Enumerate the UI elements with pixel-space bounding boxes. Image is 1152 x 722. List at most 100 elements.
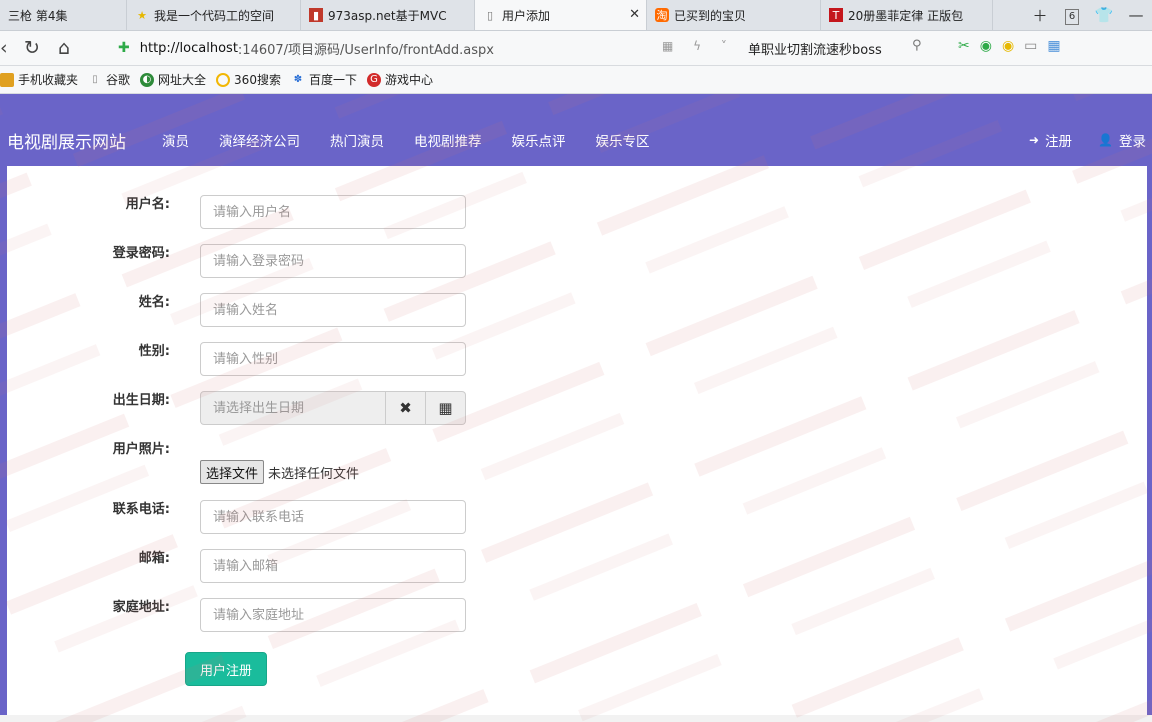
phone-input[interactable] [200, 500, 466, 534]
minimize-icon[interactable]: — [1120, 6, 1152, 24]
address-input[interactable] [200, 598, 466, 632]
image-icon[interactable]: ▭ [1024, 38, 1037, 54]
search-suggestion[interactable]: 单职业切割流速秒boss [748, 39, 882, 58]
bookmark-label: 谷歌 [106, 73, 131, 87]
browser-tab-space[interactable]: ★ 我是一个代码工的空间 [127, 0, 301, 30]
register-submit-button[interactable]: 用户注册 [185, 652, 267, 686]
form-row-address: 家庭地址: [7, 598, 507, 632]
browser-status-bar [0, 715, 1152, 722]
scissors-icon[interactable]: ✂ [958, 38, 970, 54]
clear-date-icon[interactable]: ✖ [386, 391, 426, 425]
form-row-password: 登录密码: [7, 244, 507, 278]
sign-in-icon: ➜ [1028, 133, 1040, 147]
tab-toolbar: ＋ 6 👕 — [1024, 0, 1152, 30]
user-add-form: 用户名: 登录密码: 姓名: 性别: 出生日期: ✖ ▦ 用户照片: 选择文件 … [7, 166, 1147, 715]
red-doc-icon: ▮ [309, 8, 323, 22]
search360-icon [216, 72, 231, 87]
search-icon[interactable]: ⚲ [912, 38, 922, 53]
globe-icon: ◐ [140, 72, 155, 87]
shirt-skin-icon[interactable]: 👕 [1088, 6, 1120, 24]
username-input[interactable] [200, 195, 466, 229]
reload-icon[interactable]: ↻ [24, 37, 40, 59]
password-input[interactable] [200, 244, 466, 278]
doc-icon: ▯ [92, 74, 98, 85]
taobao-icon: 淘 [655, 8, 669, 22]
translate-icon[interactable]: ◉ [980, 38, 992, 54]
url-field[interactable]: ✚ http://localhost:14607/项目源码/UserInfo/f… [118, 37, 728, 59]
browser-tab-mvc[interactable]: ▮ 973asp.net基于MVC [301, 0, 475, 30]
browser-tab-tmall[interactable]: T 20册墨菲定律 正版包 [821, 0, 993, 30]
bookmark-sites[interactable]: ◐ 网址大全 [140, 71, 206, 88]
close-tab-icon[interactable]: ✕ [629, 7, 640, 22]
tab-count-button[interactable]: 6 [1056, 5, 1088, 25]
form-row-birthday: 出生日期: ✖ ▦ [7, 391, 507, 425]
nav-item-actors[interactable]: 演员 [162, 130, 189, 150]
user-icon: 👤 [1098, 133, 1113, 147]
url-path: :14607/项目源码/UserInfo/frontAdd.aspx [237, 42, 494, 58]
coin-icon[interactable]: ◉ [1002, 38, 1014, 54]
bookmark-label: 游戏中心 [384, 73, 433, 87]
birthday-input[interactable] [200, 391, 386, 425]
browser-tab-video[interactable]: 三枪 第4集 [0, 0, 127, 30]
tmall-icon: T [829, 8, 843, 22]
photo-file-picker: 选择文件 未选择任何文件 [200, 460, 359, 484]
nav-item-entertainment[interactable]: 娱乐专区 [596, 130, 650, 150]
gender-input[interactable] [200, 342, 466, 376]
bookmark-label: 手机收藏夹 [18, 73, 79, 87]
tab-title: 已买到的宝贝 [674, 8, 747, 23]
name-input[interactable] [200, 293, 466, 327]
site-brand[interactable]: 电视剧展示网站 [7, 128, 126, 153]
url-host: http://localhost [139, 40, 238, 56]
email-label: 邮箱: [138, 551, 170, 566]
tab-title: 973asp.net基于MVC [328, 8, 447, 23]
tab-title: 用户添加 [502, 8, 551, 23]
username-label: 用户名: [125, 197, 170, 212]
gender-label: 性别: [138, 344, 170, 359]
photo-label: 用户照片: [112, 442, 170, 457]
bookmark-label: 网址大全 [158, 73, 207, 87]
register-link[interactable]: ➜ 注册 [1029, 130, 1072, 150]
bookmark-baidu[interactable]: ✽ 百度一下 [291, 71, 357, 88]
tab-title: 我是一个代码工的空间 [154, 8, 275, 23]
bookmark-games[interactable]: G 游戏中心 [366, 71, 433, 88]
form-row-email: 邮箱: [7, 549, 507, 583]
bookmarks-bar: 手机收藏夹 ▯ 谷歌 ◐ 网址大全 360搜索 ✽ 百度一下 G 游戏中心 [0, 66, 1152, 94]
apps-icon[interactable]: ▦ [1047, 38, 1060, 54]
browser-tab-bar: 三枪 第4集 ★ 我是一个代码工的空间 ▮ 973asp.net基于MVC ▯ … [0, 0, 1152, 31]
auth-links: ➜ 注册 👤 登录 [1003, 130, 1146, 150]
birthday-date-picker: ✖ ▦ [200, 391, 466, 425]
nav-item-reviews[interactable]: 娱乐点评 [512, 130, 566, 150]
form-row-phone: 联系电话: [7, 500, 507, 534]
folder-icon [0, 72, 14, 87]
password-label: 登录密码: [112, 246, 170, 261]
address-bar: ‹ ↻ ⌂ ✚ http://localhost:14607/项目源码/User… [0, 31, 1152, 66]
star-icon: ★ [137, 8, 147, 22]
back-arrow-icon[interactable]: ‹ [0, 37, 8, 59]
file-status-text: 未选择任何文件 [268, 466, 360, 482]
browser-tab-taobao[interactable]: 淘 已买到的宝贝 [647, 0, 821, 30]
nav-item-hot-actors[interactable]: 热门演员 [330, 130, 384, 150]
shield-plus-icon: ✚ [118, 40, 130, 56]
choose-file-button[interactable]: 选择文件 [200, 460, 265, 484]
phone-label: 联系电话: [112, 502, 170, 517]
url-tools-icons[interactable]: ▦ ϟ ˅ [662, 39, 735, 53]
register-label: 注册 [1045, 134, 1073, 150]
nav-item-agencies[interactable]: 演绎经济公司 [219, 130, 300, 150]
home-icon[interactable]: ⌂ [58, 37, 70, 59]
bookmark-360[interactable]: 360搜索 [216, 71, 281, 88]
tab-title: 三枪 第4集 [8, 8, 68, 23]
nav-item-drama-recommend[interactable]: 电视剧推荐 [414, 130, 482, 150]
new-tab-icon[interactable]: ＋ [1024, 5, 1056, 26]
login-link[interactable]: 👤 登录 [1098, 130, 1146, 150]
bookmark-google[interactable]: ▯ 谷歌 [88, 71, 130, 88]
site-navbar: 电视剧展示网站 演员 演绎经济公司 热门演员 电视剧推荐 娱乐点评 娱乐专区 ➜… [0, 94, 1152, 166]
browser-tab-user-add[interactable]: ▯ 用户添加 ✕ [475, 0, 647, 30]
bookmark-mobile[interactable]: 手机收藏夹 [0, 71, 78, 88]
address-label: 家庭地址: [112, 600, 170, 615]
birthday-label: 出生日期: [112, 393, 170, 408]
name-label: 姓名: [138, 295, 170, 310]
bookmark-label: 360搜索 [234, 73, 281, 87]
email-input[interactable] [200, 549, 466, 583]
calendar-icon[interactable]: ▦ [426, 391, 466, 425]
page-icon: ▯ [486, 8, 494, 22]
